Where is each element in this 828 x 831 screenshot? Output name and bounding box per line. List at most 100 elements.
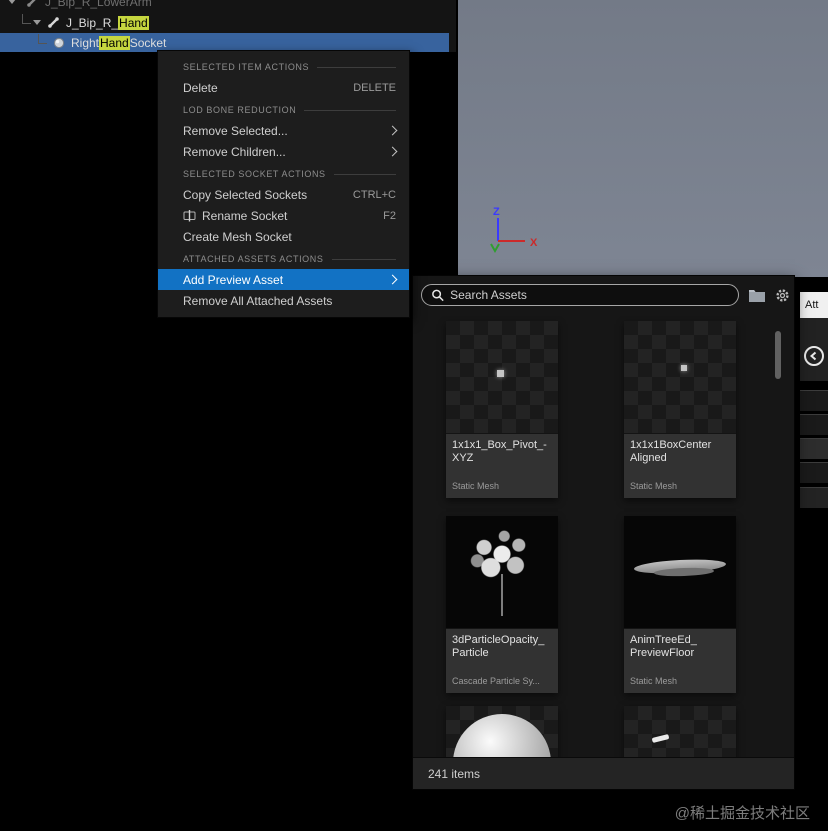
search-match-highlight: Hand bbox=[99, 35, 130, 50]
socket-label: RightHandSocket bbox=[71, 35, 167, 50]
circle-arrow-left-icon bbox=[804, 346, 824, 366]
asset-grid: 1x1x1_Box_Pivot_- XYZ Static Mesh 1x1x1Bo… bbox=[413, 316, 794, 757]
collapsed-tab[interactable] bbox=[800, 438, 828, 459]
menu-section-header: SELECTED ITEM ACTIONS bbox=[158, 57, 409, 77]
asset-meta: 3dParticleOpacity_ Particle Cascade Parti… bbox=[446, 628, 558, 693]
menu-item-remove-children[interactable]: Remove Children... bbox=[158, 141, 409, 162]
folder-icon[interactable] bbox=[748, 288, 766, 302]
menu-section-header: LOD BONE REDUCTION bbox=[158, 100, 409, 120]
menu-item-label: Create Mesh Socket bbox=[183, 229, 292, 244]
menu-section-header: ATTACHED ASSETS ACTIONS bbox=[158, 249, 409, 269]
tree-connector bbox=[38, 33, 47, 44]
asset-tile-partial[interactable] bbox=[624, 706, 736, 757]
viewport-3d[interactable]: Z X bbox=[458, 0, 828, 277]
menu-item-copy-sockets[interactable]: Copy Selected Sockets F2 CTRL+C bbox=[158, 184, 409, 205]
asset-meta: AnimTreeEd_ PreviewFloor Static Mesh bbox=[624, 628, 736, 693]
asset-name: 1x1x1_Box_Pivot_- XYZ bbox=[452, 439, 547, 464]
menu-item-shortcut: DELETE bbox=[353, 81, 396, 94]
menu-item-shortcut: CTRL+C bbox=[352, 188, 396, 201]
asset-tile-sphere[interactable] bbox=[446, 706, 558, 757]
watermark-text: @稀土掘金技术社区 bbox=[674, 805, 810, 822]
menu-item-create-mesh-socket[interactable]: Create Mesh Socket bbox=[158, 226, 409, 247]
asset-picker-toolbar bbox=[421, 283, 790, 307]
asset-name: AnimTreeEd_ PreviewFloor bbox=[630, 634, 697, 659]
tab-attach-details[interactable]: Att bbox=[800, 292, 828, 318]
menu-item-rename-socket[interactable]: Rename Socket F2 bbox=[158, 205, 409, 226]
menu-item-delete[interactable]: Delete DELETE bbox=[158, 77, 409, 98]
expander-arrow-icon[interactable] bbox=[8, 0, 16, 4]
asset-thumbnail bbox=[624, 516, 736, 628]
asset-picker-footer: 241 items bbox=[413, 757, 794, 789]
menu-item-label: Add Preview Asset bbox=[183, 272, 284, 287]
asset-thumbnail bbox=[624, 321, 736, 433]
skeleton-tree-panel: J_Bip_R_LowerArm J_Bip_R_Hand RightHandS… bbox=[0, 0, 456, 52]
asset-thumbnail bbox=[446, 706, 558, 757]
particle-stem-shape bbox=[501, 574, 503, 616]
gear-icon[interactable] bbox=[775, 288, 790, 303]
collapsed-tab[interactable] bbox=[800, 414, 828, 435]
search-match-highlight: Hand bbox=[118, 15, 149, 30]
menu-section-label: ATTACHED ASSETS ACTIONS bbox=[183, 254, 324, 264]
axis-gizmo-icon: Z X bbox=[490, 206, 538, 254]
asset-type: Static Mesh bbox=[452, 481, 500, 491]
bone-label: J_Bip_R_Hand bbox=[66, 15, 149, 30]
collapsed-tab[interactable] bbox=[800, 390, 828, 411]
box-mesh-shape bbox=[681, 365, 687, 371]
scrollbar-thumb[interactable] bbox=[775, 331, 781, 379]
tree-connector bbox=[22, 13, 31, 24]
menu-item-label: Remove Children... bbox=[183, 144, 286, 159]
tree-row-lowerarm[interactable]: J_Bip_R_LowerArm bbox=[0, 0, 456, 12]
menu-item-shortcut: F2 bbox=[383, 209, 396, 222]
menu-item-add-preview-asset[interactable]: Add Preview Asset bbox=[158, 269, 409, 290]
chevron-right-icon bbox=[387, 146, 398, 157]
asset-tile-box-pivot[interactable]: 1x1x1_Box_Pivot_- XYZ Static Mesh bbox=[446, 321, 558, 498]
asset-type: Static Mesh bbox=[630, 676, 678, 686]
box-mesh-shape bbox=[497, 370, 504, 377]
expander-arrow-icon[interactable] bbox=[33, 20, 41, 25]
menu-section-header: SELECTED SOCKET ACTIONS bbox=[158, 164, 409, 184]
asset-meta: 1x1x1BoxCenter Aligned Static Mesh bbox=[624, 433, 736, 498]
asset-thumbnail bbox=[446, 321, 558, 433]
menu-item-remove-all-attached[interactable]: Remove All Attached Assets bbox=[158, 290, 409, 311]
asset-tile-particle[interactable]: 3dParticleOpacity_ Particle Cascade Parti… bbox=[446, 516, 558, 693]
sphere-mesh-shape bbox=[453, 714, 551, 757]
divider bbox=[333, 173, 396, 175]
bone-label: J_Bip_R_LowerArm bbox=[45, 0, 152, 9]
asset-type: Static Mesh bbox=[630, 481, 678, 491]
bone-icon bbox=[47, 16, 60, 29]
menu-item-label: Remove All Attached Assets bbox=[183, 293, 333, 308]
search-box[interactable] bbox=[421, 284, 739, 306]
axis-z-label: Z bbox=[493, 206, 500, 218]
chevron-right-icon bbox=[387, 274, 398, 285]
menu-item-label: Remove Selected... bbox=[183, 123, 288, 138]
asset-thumbnail bbox=[624, 706, 736, 757]
menu-item-remove-selected[interactable]: Remove Selected... bbox=[158, 120, 409, 141]
rename-icon bbox=[183, 209, 196, 222]
collapsed-tab[interactable] bbox=[800, 462, 828, 483]
asset-tile-box-center[interactable]: 1x1x1BoxCenter Aligned Static Mesh bbox=[624, 321, 736, 498]
context-menu: SELECTED ITEM ACTIONS Delete DELETE LOD … bbox=[157, 50, 410, 318]
asset-tile-preview-floor[interactable]: AnimTreeEd_ PreviewFloor Static Mesh bbox=[624, 516, 736, 693]
asset-name: 1x1x1BoxCenter Aligned bbox=[630, 439, 712, 464]
right-panel-strip: Att bbox=[800, 277, 828, 831]
bone-icon bbox=[26, 0, 39, 8]
search-input[interactable] bbox=[450, 288, 729, 302]
tree-row-hand[interactable]: J_Bip_R_Hand bbox=[0, 12, 456, 33]
search-icon bbox=[432, 289, 444, 302]
menu-section-label: SELECTED ITEM ACTIONS bbox=[183, 62, 310, 72]
asset-name: 3dParticleOpacity_ Particle bbox=[452, 634, 545, 659]
divider bbox=[317, 66, 396, 68]
tab-label: Att bbox=[805, 299, 819, 311]
asset-thumbnail bbox=[446, 516, 558, 628]
chevron-right-icon bbox=[387, 125, 398, 136]
menu-section-label: LOD BONE REDUCTION bbox=[183, 105, 297, 115]
expand-panel-button[interactable] bbox=[800, 318, 828, 381]
menu-section-label: SELECTED SOCKET ACTIONS bbox=[183, 169, 326, 179]
asset-type: Cascade Particle Sy... bbox=[452, 676, 540, 686]
collapsed-tab[interactable] bbox=[800, 487, 828, 508]
menu-item-label: Copy Selected Sockets bbox=[183, 187, 308, 202]
asset-picker-panel: 1x1x1_Box_Pivot_-XYZ Static Mesh 1x1x1Bo… bbox=[412, 275, 795, 790]
menu-item-label: Rename Socket bbox=[202, 208, 288, 223]
divider bbox=[331, 258, 396, 260]
items-count: 241 items bbox=[428, 766, 481, 781]
